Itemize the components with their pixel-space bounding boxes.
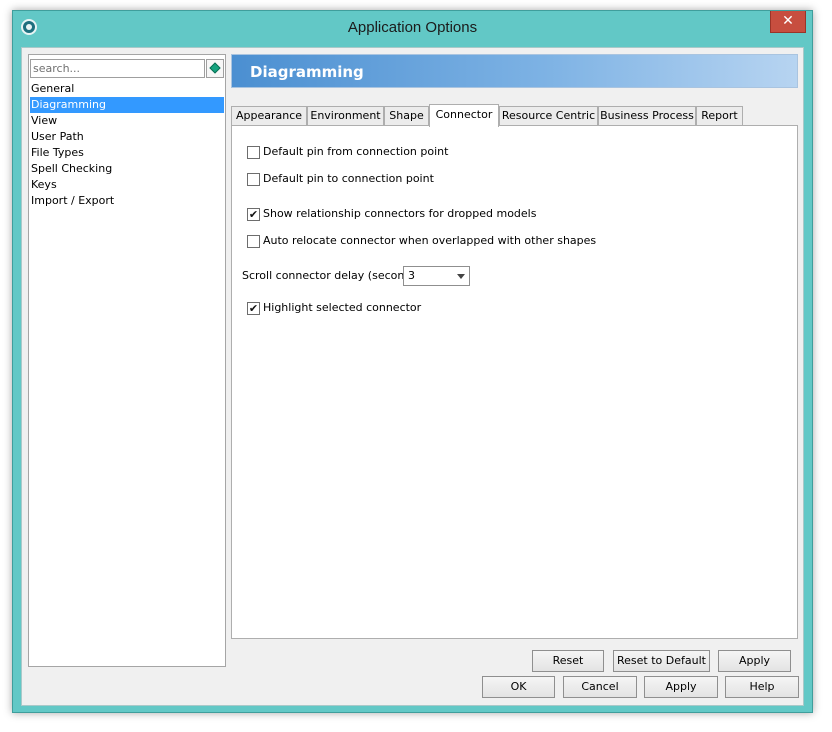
tree-item-diagramming[interactable]: Diagramming bbox=[30, 97, 224, 113]
option-label: Highlight selected connector bbox=[263, 301, 422, 314]
checkbox-show-relationship-connectors[interactable]: ✔ bbox=[247, 208, 260, 221]
application-options-window: Application Options ✕ General Diagrammin… bbox=[12, 10, 813, 713]
tab-shape[interactable]: Shape bbox=[384, 106, 429, 126]
scroll-delay-select[interactable]: 3 bbox=[403, 266, 470, 286]
category-tree: General Diagramming View User Path File … bbox=[30, 81, 224, 209]
tree-item-import-export[interactable]: Import / Export bbox=[30, 193, 224, 209]
tab-appearance[interactable]: Appearance bbox=[231, 106, 307, 126]
search-row bbox=[30, 59, 224, 79]
tree-item-keys[interactable]: Keys bbox=[30, 177, 224, 193]
tab-environment[interactable]: Environment bbox=[307, 106, 384, 126]
window-title: Application Options bbox=[347, 19, 478, 36]
option-label: Show relationship connectors for dropped… bbox=[263, 207, 537, 220]
tree-item-general[interactable]: General bbox=[30, 81, 224, 97]
tree-item-user-path[interactable]: User Path bbox=[30, 129, 224, 145]
tree-item-file-types[interactable]: File Types bbox=[30, 145, 224, 161]
checkbox-highlight-selected-connector[interactable]: ✔ bbox=[247, 302, 260, 315]
tab-business-process[interactable]: Business Process bbox=[598, 106, 696, 126]
help-button[interactable]: Help bbox=[725, 676, 799, 698]
dialog-apply-button[interactable]: Apply bbox=[644, 676, 718, 698]
checkbox-default-pin-to[interactable] bbox=[247, 173, 260, 186]
connector-tab-panel: Default pin from connection point Defaul… bbox=[231, 125, 798, 639]
panel-apply-button[interactable]: Apply bbox=[718, 650, 791, 672]
tree-item-spell-checking[interactable]: Spell Checking bbox=[30, 161, 224, 177]
option-label: Default pin to connection point bbox=[263, 172, 434, 185]
ok-button[interactable]: OK bbox=[482, 676, 555, 698]
checkbox-auto-relocate-connector[interactable] bbox=[247, 235, 260, 248]
page-title: Diagramming bbox=[250, 63, 364, 81]
cancel-button[interactable]: Cancel bbox=[563, 676, 637, 698]
title-bar[interactable]: Application Options ✕ bbox=[13, 11, 812, 47]
diamond-icon bbox=[209, 62, 221, 74]
scroll-delay-value: 3 bbox=[408, 269, 415, 282]
option-label: Default pin from connection point bbox=[263, 145, 449, 158]
search-input[interactable] bbox=[30, 59, 205, 78]
tree-item-view[interactable]: View bbox=[30, 113, 224, 129]
category-panel: General Diagramming View User Path File … bbox=[28, 54, 226, 667]
tab-report[interactable]: Report bbox=[696, 106, 743, 126]
tab-connector[interactable]: Connector bbox=[429, 104, 499, 127]
search-button[interactable] bbox=[206, 59, 224, 78]
reset-button[interactable]: Reset bbox=[532, 650, 604, 672]
tab-resource-centric[interactable]: Resource Centric bbox=[499, 106, 598, 126]
close-button[interactable]: ✕ bbox=[770, 11, 806, 33]
settings-area: Diagramming Appearance Environment Shape… bbox=[231, 54, 799, 672]
reset-to-default-button[interactable]: Reset to Default bbox=[613, 650, 710, 672]
checkbox-default-pin-from[interactable] bbox=[247, 146, 260, 159]
dialog-client-area: General Diagramming View User Path File … bbox=[21, 47, 804, 706]
chevron-down-icon bbox=[457, 274, 465, 279]
scroll-delay-label: Scroll connector delay (second) : bbox=[242, 269, 423, 282]
page-banner: Diagramming bbox=[231, 54, 798, 88]
option-label: Auto relocate connector when overlapped … bbox=[263, 234, 597, 247]
